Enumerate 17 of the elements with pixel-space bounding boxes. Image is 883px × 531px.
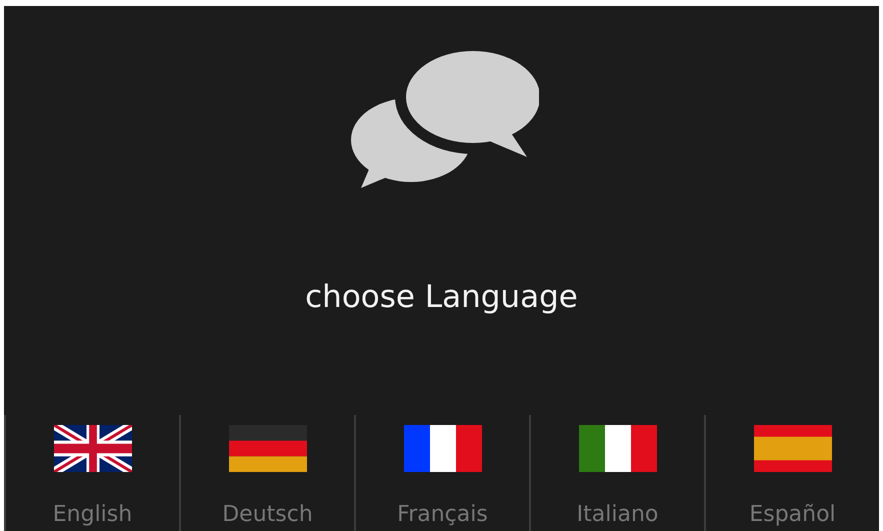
language-option[interactable]: Français bbox=[354, 415, 529, 531]
language-label: Deutsch bbox=[222, 502, 313, 528]
flag-icon bbox=[578, 425, 656, 472]
language-option[interactable]: English bbox=[4, 415, 179, 531]
flag-icon bbox=[228, 425, 306, 472]
chat-icon bbox=[349, 50, 539, 190]
flag-icon bbox=[404, 425, 482, 472]
language-label: English bbox=[52, 502, 132, 528]
title: choose Language bbox=[305, 278, 578, 317]
language-option[interactable]: Deutsch bbox=[179, 415, 354, 531]
flag-icon bbox=[54, 425, 132, 472]
language-option[interactable]: Español bbox=[704, 415, 879, 531]
flag-icon bbox=[754, 425, 832, 472]
language-label: Français bbox=[397, 502, 488, 528]
language-option[interactable]: Italiano bbox=[529, 415, 704, 531]
language-label: Español bbox=[749, 502, 836, 528]
language-label: Italiano bbox=[576, 502, 658, 528]
